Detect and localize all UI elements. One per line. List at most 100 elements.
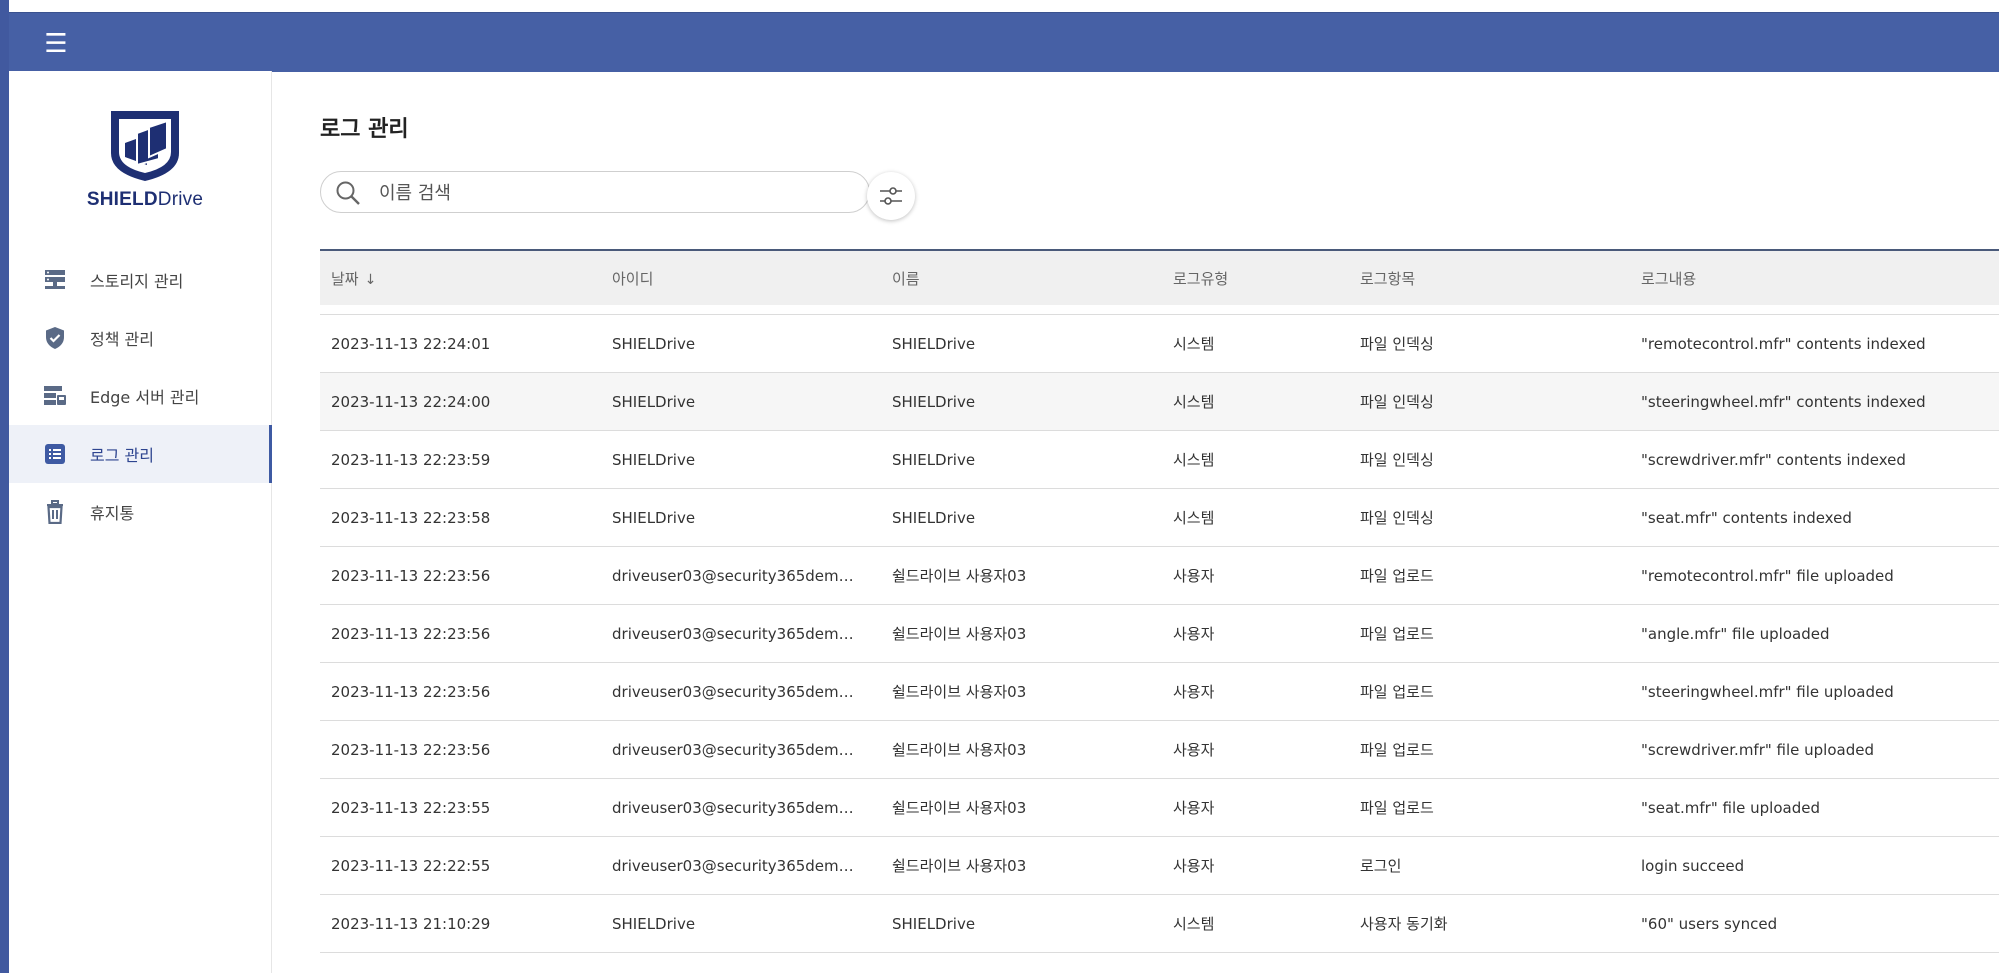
cell-id: driveuser03@security365dem…	[612, 856, 854, 875]
table-header: 날짜 ↓ 아이디 이름 로그유형 로그항목 로그내용	[320, 249, 1999, 305]
cell-id: SHIELDrive	[612, 914, 696, 933]
filter-button[interactable]	[867, 172, 915, 220]
table-row[interactable]: 2023-11-13 22:23:56 driveuser03@security…	[320, 605, 1999, 663]
cell-log-item: 사용자 동기화	[1360, 915, 1448, 933]
cell-log-type: 사용자	[1173, 625, 1215, 643]
cell-name: 쉴드라이브 사용자03	[892, 799, 1027, 817]
column-header-name: 이름	[892, 269, 920, 288]
table-spacer	[320, 305, 1999, 315]
cell-id: driveuser03@security365dem…	[612, 566, 854, 585]
table-row[interactable]: 2023-11-13 22:24:00 SHIELDrive SHIELDriv…	[320, 373, 1999, 431]
cell-date: 2023-11-13 22:23:56	[331, 682, 491, 701]
shieldrive-logo[interactable]: SHIELDDrive	[75, 107, 215, 217]
column-header-id: 아이디	[612, 269, 654, 288]
cell-name: SHIELDrive	[892, 914, 976, 933]
cell-log-content: "seat.mfr" contents indexed	[1641, 508, 1852, 527]
cell-name: SHIELDrive	[892, 334, 976, 353]
column-header-date[interactable]: 날짜 ↓	[320, 268, 601, 289]
log-table: 날짜 ↓ 아이디 이름 로그유형 로그항목 로그내용 2023-11-13 22:…	[320, 249, 1999, 953]
column-header-log-content: 로그내용	[1641, 269, 1697, 288]
sort-arrow-icon[interactable]: ↓	[365, 272, 377, 288]
shield-logo-icon	[111, 111, 179, 181]
edge-server-icon	[41, 382, 69, 410]
sidebar-item-log[interactable]: 로그 관리	[9, 425, 272, 483]
cell-log-type: 사용자	[1173, 683, 1215, 701]
page-title: 로그 관리	[320, 117, 409, 142]
column-header-log-item: 로그항목	[1360, 269, 1416, 288]
table-row[interactable]: 2023-11-13 22:23:56 driveuser03@security…	[320, 721, 1999, 779]
filter-sliders-icon	[880, 187, 902, 205]
window-left-edge	[0, 0, 9, 973]
sidebar-item-label: 로그 관리	[90, 446, 154, 465]
cell-date: 2023-11-13 22:24:01	[331, 334, 491, 353]
cell-id: driveuser03@security365dem…	[612, 624, 854, 643]
table-row[interactable]: 2023-11-13 22:24:01 SHIELDrive SHIELDriv…	[320, 315, 1999, 373]
hamburger-menu-icon[interactable]: ☰	[39, 27, 73, 61]
cell-name: 쉴드라이브 사용자03	[892, 857, 1027, 875]
cell-log-item: 파일 인덱싱	[1360, 509, 1434, 527]
search-box	[320, 171, 870, 213]
cell-log-type: 시스템	[1173, 915, 1215, 933]
cell-date: 2023-11-13 22:23:56	[331, 624, 491, 643]
cell-date: 2023-11-13 22:23:56	[331, 740, 491, 759]
cell-log-item: 파일 인덱싱	[1360, 451, 1434, 469]
cell-log-content: "screwdriver.mfr" file uploaded	[1641, 740, 1874, 759]
cell-id: SHIELDrive	[612, 508, 696, 527]
cell-date: 2023-11-13 22:22:55	[331, 856, 491, 875]
column-header-log-type: 로그유형	[1173, 269, 1229, 288]
cell-log-content: "steeringwheel.mfr" file uploaded	[1641, 682, 1894, 701]
sidebar-nav: 스토리지 관리 정책 관리 Edge 서버 관리 로그 관리 휴지통	[9, 251, 272, 541]
cell-log-item: 파일 업로드	[1360, 625, 1434, 643]
cell-log-type: 시스템	[1173, 393, 1215, 411]
table-row[interactable]: 2023-11-13 22:22:55 driveuser03@security…	[320, 837, 1999, 895]
shield-check-icon	[41, 324, 69, 352]
search-input[interactable]	[377, 180, 851, 206]
sidebar-item-storage[interactable]: 스토리지 관리	[9, 251, 271, 309]
trash-icon	[41, 498, 69, 526]
cell-log-type: 시스템	[1173, 509, 1215, 527]
sidebar: SHIELDDrive 스토리지 관리 정책 관리 Edge 서버 관리 로그 …	[9, 71, 272, 973]
cell-log-item: 파일 인덱싱	[1360, 393, 1434, 411]
cell-id: driveuser03@security365dem…	[612, 798, 854, 817]
cell-log-item: 파일 업로드	[1360, 799, 1434, 817]
cell-name: SHIELDrive	[892, 392, 976, 411]
cell-date: 2023-11-13 22:23:58	[331, 508, 491, 527]
table-row[interactable]: 2023-11-13 22:23:55 driveuser03@security…	[320, 779, 1999, 837]
sidebar-item-policy[interactable]: 정책 관리	[9, 309, 271, 367]
cell-date: 2023-11-13 21:10:29	[331, 914, 491, 933]
cell-log-content: "steeringwheel.mfr" contents indexed	[1641, 392, 1926, 411]
cell-log-item: 로그인	[1360, 857, 1402, 875]
cell-id: driveuser03@security365dem…	[612, 740, 854, 759]
cell-log-type: 시스템	[1173, 451, 1215, 469]
sidebar-item-label: 정책 관리	[90, 330, 154, 349]
cell-id: SHIELDrive	[612, 334, 696, 353]
sidebar-item-label: 스토리지 관리	[90, 272, 184, 291]
table-row[interactable]: 2023-11-13 22:23:59 SHIELDrive SHIELDriv…	[320, 431, 1999, 489]
cell-log-type: 사용자	[1173, 741, 1215, 759]
table-row[interactable]: 2023-11-13 22:23:56 driveuser03@security…	[320, 663, 1999, 721]
cell-log-content: "remotecontrol.mfr" file uploaded	[1641, 566, 1894, 585]
cell-id: SHIELDrive	[612, 450, 696, 469]
top-app-bar: ☰	[9, 12, 1999, 72]
sidebar-item-label: 휴지통	[90, 504, 135, 523]
cell-name: 쉴드라이브 사용자03	[892, 683, 1027, 701]
table-row[interactable]: 2023-11-13 22:23:58 SHIELDrive SHIELDriv…	[320, 489, 1999, 547]
sidebar-item-label: Edge 서버 관리	[90, 388, 200, 407]
cell-date: 2023-11-13 22:23:55	[331, 798, 491, 817]
cell-name: SHIELDrive	[892, 508, 976, 527]
cell-log-type: 시스템	[1173, 335, 1215, 353]
cell-log-content: "angle.mfr" file uploaded	[1641, 624, 1830, 643]
cell-log-content: login succeed	[1641, 856, 1745, 875]
server-icon	[41, 266, 69, 294]
sidebar-item-edge-server[interactable]: Edge 서버 관리	[9, 367, 271, 425]
cell-log-content: "screwdriver.mfr" contents indexed	[1641, 450, 1906, 469]
cell-name: 쉴드라이브 사용자03	[892, 625, 1027, 643]
table-row[interactable]: 2023-11-13 21:10:29 SHIELDrive SHIELDriv…	[320, 895, 1999, 953]
cell-log-item: 파일 업로드	[1360, 567, 1434, 585]
cell-name: SHIELDrive	[892, 450, 976, 469]
brand-name: SHIELDDrive	[86, 189, 204, 210]
table-row[interactable]: 2023-11-13 22:23:56 driveuser03@security…	[320, 547, 1999, 605]
cell-log-content: "remotecontrol.mfr" contents indexed	[1641, 334, 1926, 353]
main-content: 로그 관리 날짜↓ 아이디 이름 로그유형 로그항목 로그내용 2023-11-…	[272, 71, 1999, 973]
sidebar-item-trash[interactable]: 휴지통	[9, 483, 271, 541]
